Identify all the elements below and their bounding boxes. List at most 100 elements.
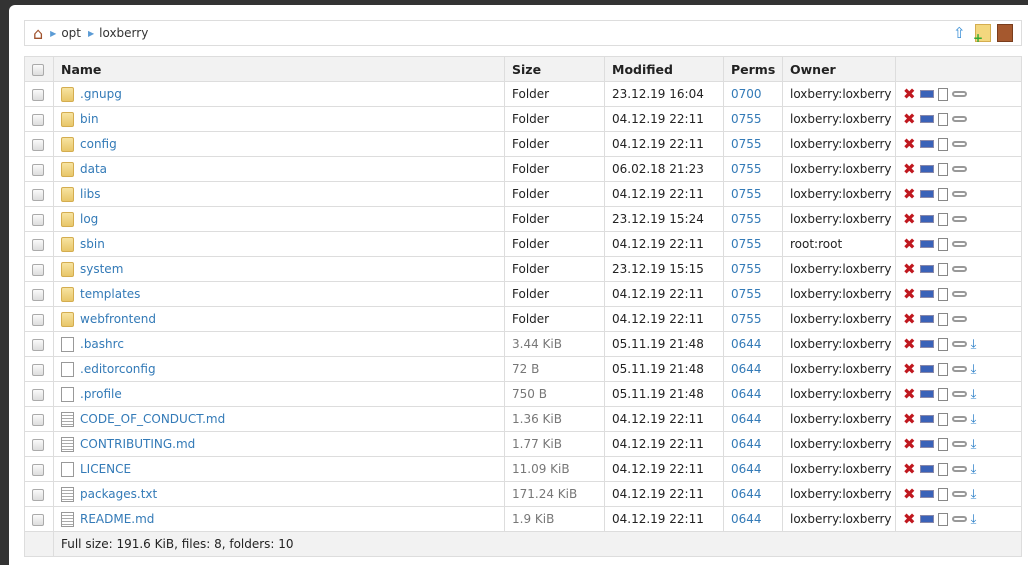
row-checkbox[interactable] [32, 188, 44, 201]
file-name-link[interactable]: log [80, 212, 98, 226]
rename-icon[interactable] [919, 440, 934, 448]
perms-link[interactable]: 0755 [731, 162, 762, 176]
row-checkbox[interactable] [32, 338, 44, 351]
rename-icon[interactable] [919, 340, 934, 348]
copy-icon[interactable] [937, 487, 948, 501]
header-name[interactable]: Name [53, 56, 505, 82]
home-icon[interactable]: ⌂ [33, 24, 43, 43]
file-name-link[interactable]: README.md [80, 512, 154, 526]
header-owner[interactable]: Owner [782, 56, 896, 82]
copy-icon[interactable] [937, 87, 948, 101]
row-checkbox[interactable] [32, 388, 44, 401]
delete-icon[interactable]: ✖ [903, 185, 916, 203]
rename-icon[interactable] [919, 190, 934, 198]
row-checkbox[interactable] [32, 438, 44, 451]
row-checkbox[interactable] [32, 488, 44, 501]
rename-icon[interactable] [919, 115, 934, 123]
copy-icon[interactable] [937, 262, 948, 276]
row-checkbox[interactable] [32, 263, 44, 276]
delete-icon[interactable]: ✖ [903, 135, 916, 153]
row-checkbox[interactable] [32, 213, 44, 226]
perms-link[interactable]: 0644 [731, 362, 762, 376]
delete-icon[interactable]: ✖ [903, 460, 916, 478]
upload-icon[interactable]: ⇧ [953, 24, 969, 42]
delete-icon[interactable]: ✖ [903, 510, 916, 528]
file-name-link[interactable]: .bashrc [80, 337, 124, 351]
link-icon[interactable] [951, 116, 967, 122]
rename-icon[interactable] [919, 290, 934, 298]
file-name-link[interactable]: templates [80, 287, 140, 301]
perms-link[interactable]: 0644 [731, 487, 762, 501]
perms-link[interactable]: 0644 [731, 412, 762, 426]
rename-icon[interactable] [919, 240, 934, 248]
file-name-link[interactable]: webfrontend [80, 312, 156, 326]
copy-icon[interactable] [937, 187, 948, 201]
perms-link[interactable]: 0755 [731, 312, 762, 326]
download-icon[interactable]: ⤓ [971, 487, 977, 502]
copy-icon[interactable] [937, 212, 948, 226]
row-checkbox[interactable] [32, 413, 44, 426]
copy-icon[interactable] [937, 387, 948, 401]
link-icon[interactable] [951, 516, 967, 522]
perms-link[interactable]: 0644 [731, 462, 762, 476]
rename-icon[interactable] [919, 215, 934, 223]
perms-link[interactable]: 0644 [731, 437, 762, 451]
row-checkbox[interactable] [32, 313, 44, 326]
download-icon[interactable]: ⤓ [971, 462, 977, 477]
copy-icon[interactable] [937, 512, 948, 526]
delete-icon[interactable]: ✖ [903, 485, 916, 503]
download-icon[interactable]: ⤓ [971, 512, 977, 527]
link-icon[interactable] [951, 391, 967, 397]
new-folder-icon[interactable]: + [973, 24, 991, 45]
perms-link[interactable]: 0644 [731, 387, 762, 401]
copy-icon[interactable] [937, 237, 948, 251]
delete-icon[interactable]: ✖ [903, 235, 916, 253]
delete-icon[interactable]: ✖ [903, 160, 916, 178]
file-name-link[interactable]: system [80, 262, 123, 276]
file-name-link[interactable]: data [80, 162, 107, 176]
rename-icon[interactable] [919, 265, 934, 273]
header-perms[interactable]: Perms [723, 56, 783, 82]
delete-icon[interactable]: ✖ [903, 385, 916, 403]
link-icon[interactable] [951, 441, 967, 447]
copy-icon[interactable] [937, 462, 948, 476]
delete-icon[interactable]: ✖ [903, 260, 916, 278]
delete-icon[interactable]: ✖ [903, 310, 916, 328]
link-icon[interactable] [951, 241, 967, 247]
rename-icon[interactable] [919, 390, 934, 398]
rename-icon[interactable] [919, 490, 934, 498]
download-icon[interactable]: ⤓ [971, 412, 977, 427]
file-name-link[interactable]: packages.txt [80, 487, 157, 501]
delete-icon[interactable]: ✖ [903, 85, 916, 103]
file-name-link[interactable]: config [80, 137, 117, 151]
delete-icon[interactable]: ✖ [903, 435, 916, 453]
delete-icon[interactable]: ✖ [903, 210, 916, 228]
rename-icon[interactable] [919, 165, 934, 173]
copy-icon[interactable] [937, 362, 948, 376]
file-name-link[interactable]: CODE_OF_CONDUCT.md [80, 412, 225, 426]
link-icon[interactable] [951, 366, 967, 372]
row-checkbox[interactable] [32, 163, 44, 176]
perms-link[interactable]: 0755 [731, 112, 762, 126]
rename-icon[interactable] [919, 465, 934, 473]
file-name-link[interactable]: CONTRIBUTING.md [80, 437, 195, 451]
link-icon[interactable] [951, 491, 967, 497]
row-checkbox[interactable] [32, 238, 44, 251]
link-icon[interactable] [951, 341, 967, 347]
link-icon[interactable] [951, 291, 967, 297]
link-icon[interactable] [951, 166, 967, 172]
row-checkbox[interactable] [32, 138, 44, 151]
row-checkbox[interactable] [32, 363, 44, 376]
perms-link[interactable]: 0755 [731, 262, 762, 276]
copy-icon[interactable] [937, 287, 948, 301]
download-icon[interactable]: ⤓ [971, 387, 977, 402]
perms-link[interactable]: 0644 [731, 512, 762, 526]
link-icon[interactable] [951, 216, 967, 222]
delete-icon[interactable]: ✖ [903, 335, 916, 353]
perms-link[interactable]: 0755 [731, 212, 762, 226]
copy-icon[interactable] [937, 162, 948, 176]
select-all-checkbox[interactable] [32, 64, 44, 76]
link-icon[interactable] [951, 191, 967, 197]
row-checkbox[interactable] [32, 463, 44, 476]
perms-link[interactable]: 0755 [731, 137, 762, 151]
